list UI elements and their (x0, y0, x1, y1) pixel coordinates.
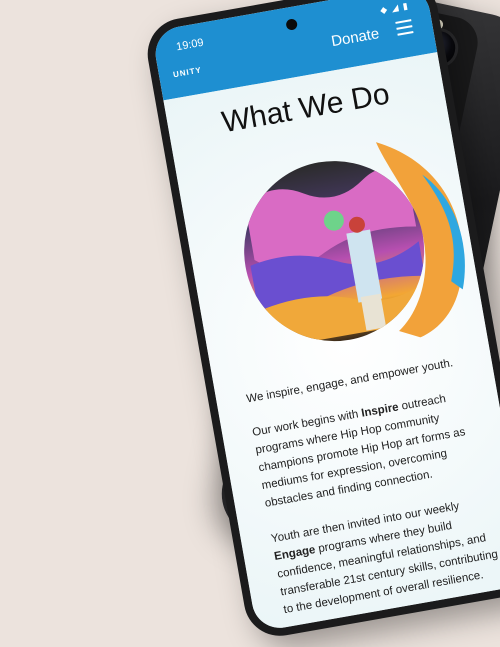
page-content: What We Do We inspire, engage, and empow… (163, 52, 500, 633)
inspire-paragraph: Our work begins with Inspire outreach pr… (251, 393, 467, 510)
status-time: 19:09 (175, 36, 205, 54)
donate-link[interactable]: Donate (330, 25, 381, 50)
inspire-strong: Inspire (360, 401, 400, 420)
hero-image (229, 142, 465, 356)
status-icons: ◆ ◢ ▮ (379, 0, 410, 16)
hamburger-menu-icon[interactable] (395, 19, 414, 40)
page-title: What We Do (219, 77, 393, 140)
phone-device: 19:09 ◆ ◢ ▮ UNITY Donate What We Do We i… (142, 0, 500, 642)
phone-screen: 19:09 ◆ ◢ ▮ UNITY Donate What We Do We i… (151, 0, 500, 633)
site-logo[interactable]: UNITY (172, 65, 202, 79)
front-camera (285, 18, 299, 31)
engage-paragraph: Youth are then invited into our weekly E… (270, 500, 499, 617)
engage-strong: Engage (273, 543, 317, 564)
